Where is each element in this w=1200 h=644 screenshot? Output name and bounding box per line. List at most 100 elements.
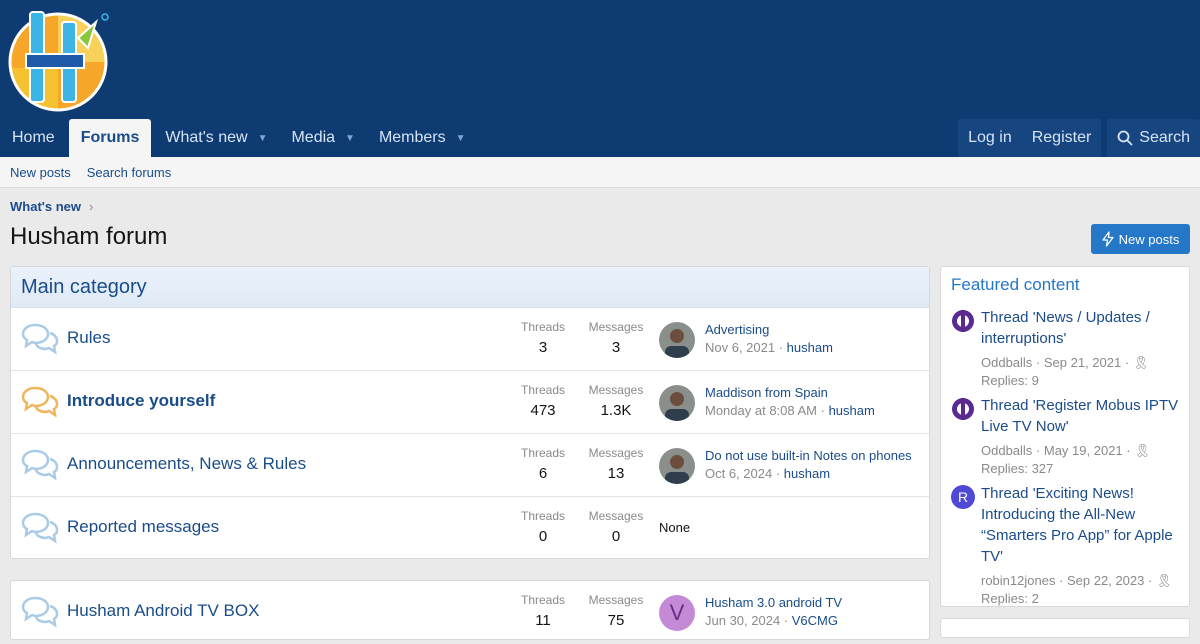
featured-content-title[interactable]: Featured content — [951, 275, 1080, 295]
messages-label: Messages — [588, 320, 644, 334]
page-title: Husham forum — [10, 223, 168, 250]
messages-count: 75 — [607, 612, 625, 629]
new-posts-button-label: New posts — [1118, 231, 1180, 247]
nav-home[interactable]: Home — [0, 119, 67, 157]
avatar[interactable] — [659, 385, 695, 421]
messages-count: 1.3K — [600, 402, 632, 419]
nav-account: Log in Register Search — [958, 119, 1200, 157]
forum-node-announcements: Announcements, News & Rules Threads 6 Mes… — [11, 434, 929, 497]
last-post-title[interactable]: Maddison from Spain — [705, 385, 828, 400]
messages-stat: Messages 75 — [581, 593, 651, 629]
forum-unread-icon — [21, 386, 59, 418]
featured-meta: robin12jones · Sep 22, 2023 · 🎗 — [981, 573, 1173, 588]
avatar[interactable]: R — [951, 485, 975, 509]
featured-meta: Oddballs · May 19, 2021 · 🎗 — [981, 443, 1151, 458]
register-link[interactable]: Register — [1022, 119, 1102, 157]
award-icon: 🎗 — [1134, 443, 1151, 458]
forum-title[interactable]: Announcements, News & Rules — [67, 454, 306, 474]
main-nav: Home Forums What's new ▼ Media ▼ Members ▼ … — [0, 119, 1200, 157]
new-posts-button[interactable]: New posts — [1091, 224, 1190, 254]
messages-count: 3 — [611, 339, 621, 356]
nav-media[interactable]: Media ▼ — [279, 119, 366, 157]
threads-stat: Threads 3 — [511, 320, 575, 356]
messages-stat: Messages 13 — [581, 446, 651, 482]
chevron-down-icon[interactable]: ▼ — [456, 133, 466, 144]
search-label: Search — [1139, 129, 1190, 146]
nav-forums-label: Forums — [80, 129, 140, 146]
sidebar-widget-2 — [940, 618, 1190, 638]
search-button[interactable]: Search — [1107, 119, 1200, 157]
threads-label: Threads — [520, 509, 566, 523]
threads-count: 3 — [538, 339, 548, 356]
forum-title[interactable]: Husham Android TV BOX — [67, 601, 259, 621]
avatar[interactable]: V — [659, 595, 695, 631]
last-post-date[interactable]: Monday at 8:08 AM — [705, 403, 817, 418]
breadcrumb[interactable]: What's new › — [10, 199, 93, 214]
last-post-user[interactable]: husham — [784, 466, 830, 481]
threads-count: 6 — [538, 465, 548, 482]
last-post-title[interactable]: Husham 3.0 android TV — [705, 595, 842, 610]
avatar[interactable] — [659, 322, 695, 358]
featured-date[interactable]: Sep 22, 2023 — [1067, 573, 1144, 588]
site-header: Home Forums What's new ▼ Media ▼ Members ▼ … — [0, 0, 1200, 157]
messages-stat: Messages 3 — [581, 320, 651, 356]
last-post-date[interactable]: Jun 30, 2024 — [705, 613, 780, 628]
forum-node-introduce: Introduce yourself Threads 473 Messages 1.… — [11, 371, 929, 434]
featured-user[interactable]: robin12jones — [981, 573, 1055, 588]
featured-title[interactable]: Thread 'Exciting News! Introducing the A… — [981, 483, 1183, 567]
threads-stat: Threads 11 — [511, 593, 575, 629]
chevron-down-icon[interactable]: ▼ — [345, 133, 355, 144]
nav-members[interactable]: Members ▼ — [367, 119, 478, 157]
featured-date[interactable]: May 19, 2021 — [1044, 443, 1123, 458]
nav-whats-new[interactable]: What's new ▼ — [153, 119, 279, 157]
messages-label: Messages — [588, 509, 644, 523]
nav-forums[interactable]: Forums — [68, 119, 152, 157]
bolt-icon — [1101, 231, 1114, 247]
featured-replies: Replies: 9 — [981, 373, 1039, 388]
new-posts-link[interactable]: New posts — [10, 165, 71, 180]
threads-count: 0 — [538, 528, 548, 545]
featured-user[interactable]: Oddballs — [981, 355, 1032, 370]
forum-read-icon — [21, 596, 59, 628]
threads-stat: Threads 6 — [511, 446, 575, 482]
featured-title[interactable]: Thread 'News / Updates / interruptions' — [981, 307, 1183, 349]
last-post-date[interactable]: Oct 6, 2024 — [705, 466, 772, 481]
featured-replies: Replies: 2 — [981, 591, 1039, 606]
featured-replies: Replies: 327 — [981, 461, 1054, 476]
forum-title[interactable]: Reported messages — [67, 517, 219, 537]
login-link[interactable]: Log in — [958, 119, 1022, 157]
threads-label: Threads — [520, 446, 566, 460]
chevron-down-icon[interactable]: ▼ — [258, 133, 268, 144]
category-title[interactable]: Main category — [11, 267, 929, 308]
search-forums-link[interactable]: Search forums — [87, 165, 172, 180]
featured-user[interactable]: Oddballs — [981, 443, 1032, 458]
breadcrumb-label: What's new — [10, 199, 81, 214]
last-post-title[interactable]: Do not use built-in Notes on phones — [705, 448, 912, 463]
featured-title[interactable]: Thread 'Register Mobus IPTV Live TV Now' — [981, 395, 1183, 437]
avatar[interactable] — [659, 448, 695, 484]
last-post-user[interactable]: husham — [787, 340, 833, 355]
last-post-user[interactable]: V6CMG — [792, 613, 838, 628]
threads-count: 11 — [535, 612, 551, 629]
avatar[interactable] — [951, 397, 975, 421]
last-post-title[interactable]: Advertising — [705, 322, 769, 337]
award-icon: 🎗 — [1132, 355, 1150, 370]
messages-count: 13 — [607, 465, 625, 482]
forum-node-android-tv: Husham Android TV BOX Threads 11 Messages… — [11, 581, 929, 644]
last-post-none: None — [659, 520, 691, 535]
nav-home-label: Home — [12, 129, 55, 146]
threads-label: Threads — [520, 320, 566, 334]
avatar[interactable] — [951, 309, 975, 333]
featured-content-widget: Featured content Thread 'News / Updates … — [940, 266, 1190, 607]
site-logo[interactable] — [8, 8, 112, 112]
award-icon: 🎗 — [1155, 573, 1173, 588]
forum-node-rules: Rules Threads 3 Messages 3 Advertising Nov… — [11, 308, 929, 371]
forum-read-icon — [21, 449, 59, 481]
forum-title[interactable]: Rules — [67, 328, 110, 348]
last-post-user[interactable]: husham — [829, 403, 875, 418]
auth-group: Log in Register — [958, 119, 1102, 157]
last-post-date[interactable]: Nov 6, 2021 — [705, 340, 775, 355]
featured-date[interactable]: Sep 21, 2021 — [1044, 355, 1121, 370]
forum-title[interactable]: Introduce yourself — [67, 391, 215, 411]
threads-stat: Threads 473 — [511, 383, 575, 419]
